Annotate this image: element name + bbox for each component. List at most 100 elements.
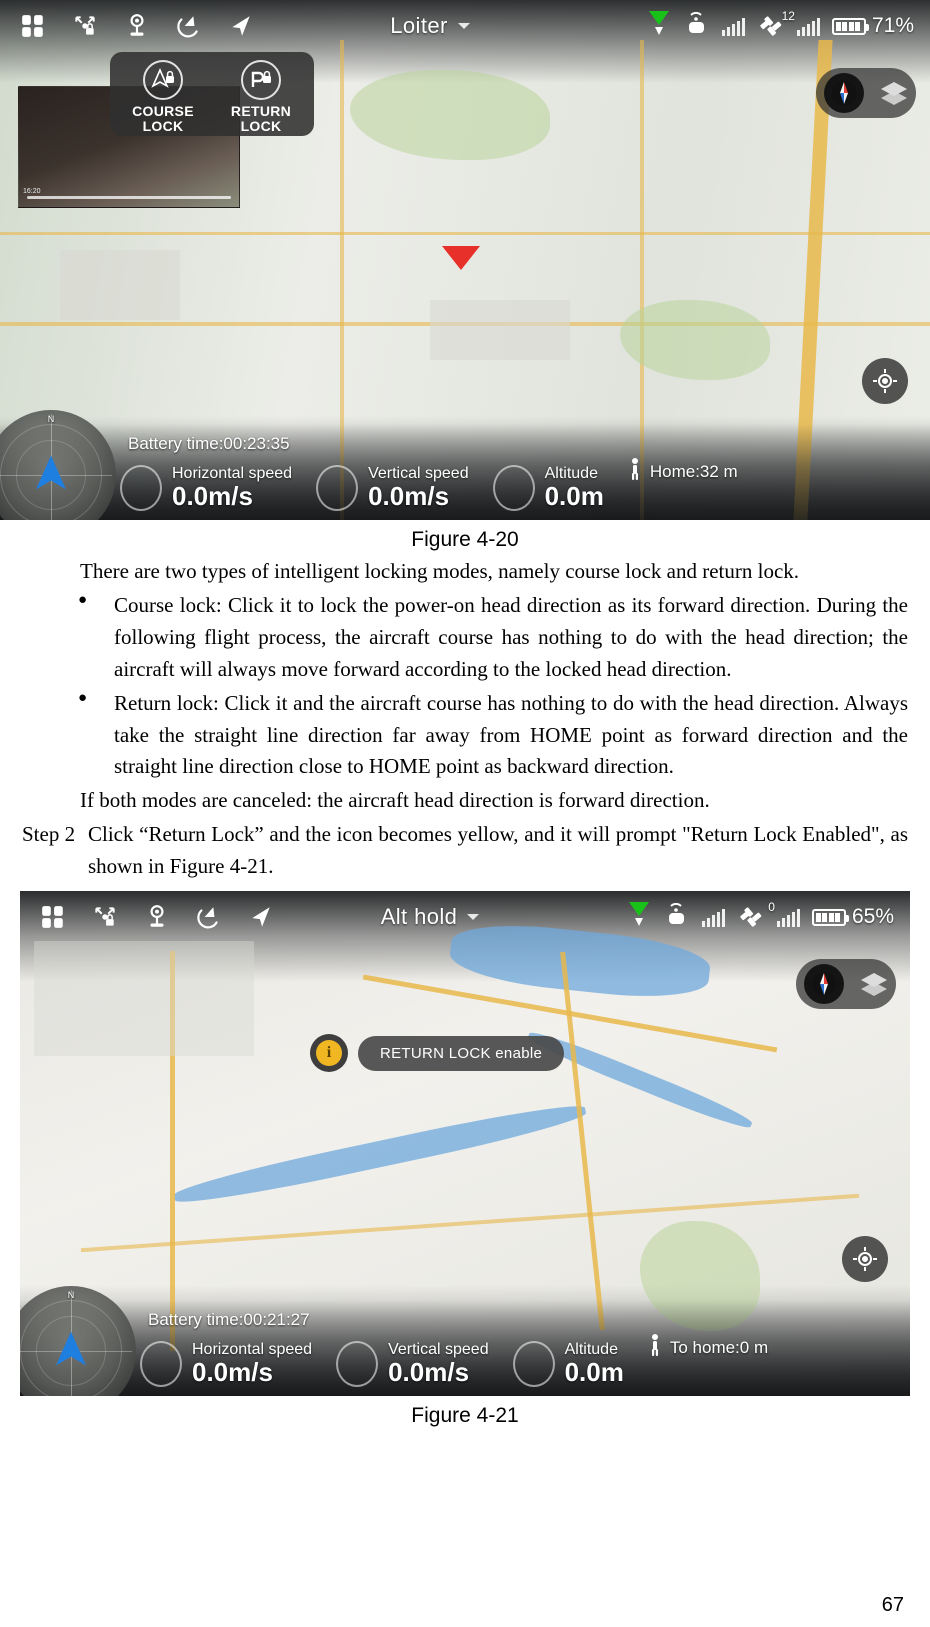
waypoint-pin-icon[interactable] xyxy=(144,904,170,930)
battery-icon xyxy=(811,908,849,926)
chevron-down-icon[interactable] xyxy=(467,914,480,921)
both-canceled-paragraph: If both modes are canceled: the aircraft… xyxy=(80,788,710,813)
list-item: Course lock: Click it to lock the power-… xyxy=(22,589,908,686)
rc-signal-bars-icon xyxy=(701,907,725,928)
telemetry-bar: Battery time:00:23:35 Horizontal speed 0… xyxy=(0,410,930,520)
drone-arrow-icon xyxy=(442,246,480,270)
map-building-block xyxy=(34,941,254,1057)
figure-4-20-screenshot: Loiter 12 71% COURSE LOCK RETURN LOCK 16… xyxy=(0,0,930,520)
top-toolbar: Alt hold 0 65% xyxy=(20,891,910,943)
remote-control-signal-icon xyxy=(664,902,690,932)
battery-percent-label: 71% xyxy=(871,14,914,37)
drone-lock-icon[interactable] xyxy=(92,904,118,930)
altitude-value: 0.0m xyxy=(564,1357,624,1388)
altitude-label: Altitude xyxy=(564,1340,618,1358)
map-layers-button[interactable] xyxy=(879,78,909,108)
horizontal-speed-value: 0.0m/s xyxy=(192,1357,273,1388)
battery-percent-label: 65% xyxy=(851,905,894,929)
toolbar-status-group: 12 71% xyxy=(646,9,920,44)
heading-arrow-icon xyxy=(28,450,74,501)
course-lock-label-line2: LOCK xyxy=(142,117,184,134)
flight-mode-selector[interactable]: Alt hold xyxy=(234,904,626,930)
flight-mode-selector[interactable]: Loiter xyxy=(214,13,646,39)
horizontal-speed-gauge-icon xyxy=(140,1341,182,1388)
telemetry-bar: Battery time:00:21:27 Horizontal speed 0… xyxy=(20,1286,910,1397)
locate-aircraft-button[interactable] xyxy=(862,358,908,404)
notification-message: RETURN LOCK enable xyxy=(358,1035,565,1071)
battery-status: 65% xyxy=(811,905,894,929)
satellite-status: 0 xyxy=(737,900,775,930)
map-layers-button[interactable] xyxy=(859,969,889,999)
vertical-speed-item: Vertical speed 0.0m/s xyxy=(316,465,469,512)
horizontal-speed-gauge-icon xyxy=(120,465,162,512)
horizontal-speed-label: Horizontal speed xyxy=(192,1340,313,1358)
info-icon: i xyxy=(310,1034,348,1072)
camera-preview-timestamp: 16:20 xyxy=(23,188,41,195)
return-lock-icon xyxy=(241,60,281,100)
step-label: Step 2 xyxy=(22,822,76,847)
return-lock-label-line1: RETURN xyxy=(230,103,292,119)
figure-4-21-screenshot: Alt hold 0 65% Battery time:00:21:27 Hor… xyxy=(20,891,910,1397)
grid-menu-icon[interactable] xyxy=(20,13,46,39)
intelligent-lock-popup: COURSE LOCK RETURN LOCK xyxy=(110,52,314,136)
compass-button[interactable] xyxy=(803,964,844,1005)
gps-signal-bars-icon xyxy=(776,907,800,928)
altitude-gauge-icon xyxy=(492,465,535,512)
intro-paragraph: There are two types of intelligent locki… xyxy=(80,559,800,583)
drone-lock-icon[interactable] xyxy=(72,13,98,39)
remote-control-signal-icon xyxy=(684,11,710,41)
grid-menu-icon[interactable] xyxy=(40,904,66,930)
home-distance-item: To home:0 m xyxy=(648,1333,768,1362)
altitude-item: Altitude 0.0m xyxy=(512,1340,624,1388)
horizontal-speed-item: Horizontal speed 0.0m/s xyxy=(120,465,292,512)
document-body: There are two types of intelligent locki… xyxy=(0,556,930,883)
gps-signal-bars-icon xyxy=(796,16,820,36)
battery-time-label: Battery time:00:23:35 xyxy=(128,434,290,453)
home-person-icon xyxy=(628,457,642,486)
attitude-indicator: NW xyxy=(20,1286,136,1397)
home-distance-item: Home:32 m xyxy=(628,457,738,486)
waypoint-pin-icon[interactable] xyxy=(124,13,150,39)
return-lock-button[interactable]: RETURN LOCK xyxy=(212,60,310,133)
map-building-block xyxy=(430,300,570,360)
locate-aircraft-button[interactable] xyxy=(842,1236,888,1283)
satellite-icon xyxy=(740,907,762,927)
home-distance-label: Home:32 m xyxy=(649,461,738,481)
altitude-item: Altitude 0.0m xyxy=(492,464,604,512)
altitude-label: Altitude xyxy=(544,464,598,482)
list-item: Return lock: Click it and the aircraft c… xyxy=(22,687,908,784)
vertical-speed-gauge-icon xyxy=(336,1341,379,1388)
altitude-value: 0.0m xyxy=(544,481,604,512)
vertical-speed-label: Vertical speed xyxy=(368,464,469,482)
horizontal-speed-label: Horizontal speed xyxy=(172,464,293,482)
home-person-icon xyxy=(648,1333,662,1362)
return-lock-notification: i RETURN LOCK enable xyxy=(310,1034,565,1072)
rc-signal-bars-icon xyxy=(721,16,745,36)
horizontal-speed-value: 0.0m/s xyxy=(172,481,253,512)
course-lock-icon xyxy=(143,60,183,100)
drone-position-marker xyxy=(440,242,482,277)
top-toolbar: Loiter 12 71% xyxy=(0,0,930,52)
heading-arrow-icon xyxy=(48,1326,94,1377)
battery-time-label: Battery time:00:21:27 xyxy=(148,1310,310,1330)
vertical-speed-gauge-icon xyxy=(316,465,359,512)
battery-status: 71% xyxy=(831,14,914,38)
telemetry-row: Horizontal speed 0.0m/s Vertical speed 0… xyxy=(140,1333,902,1388)
map-control-group xyxy=(796,959,896,1010)
altitude-gauge-icon xyxy=(512,1341,555,1388)
navigation-radar-icon[interactable] xyxy=(176,13,202,39)
satellite-status: 12 xyxy=(757,9,795,39)
map-control-group xyxy=(816,68,916,118)
figure-4-21-caption: Figure 4-21 xyxy=(411,1404,519,1428)
map-building-block xyxy=(60,250,180,320)
course-lock-button[interactable]: COURSE LOCK xyxy=(114,60,212,134)
figure-4-20-caption: Figure 4-20 xyxy=(411,528,519,551)
gps-fix-icon xyxy=(646,9,672,44)
navigation-radar-icon[interactable] xyxy=(196,904,222,930)
chevron-down-icon[interactable] xyxy=(457,23,470,29)
gps-fix-icon xyxy=(626,900,652,935)
telemetry-row: Horizontal speed 0.0m/s Vertical speed 0… xyxy=(120,457,922,512)
home-distance-label: To home:0 m xyxy=(669,1337,769,1357)
step-text: Click “Return Lock” and the icon becomes… xyxy=(88,822,908,879)
compass-button[interactable] xyxy=(823,73,864,113)
